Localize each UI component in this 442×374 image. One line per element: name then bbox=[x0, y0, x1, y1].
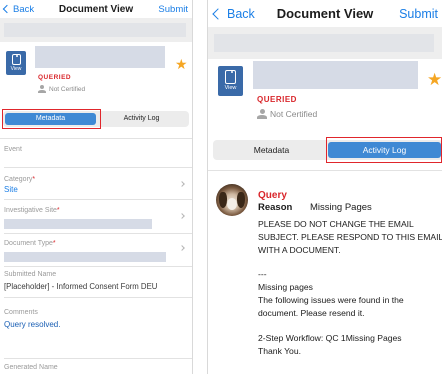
document-view-icon bbox=[225, 70, 236, 84]
event-label: Event bbox=[4, 146, 22, 153]
redacted-document-name bbox=[253, 61, 418, 89]
investigative-site-label-text: Investigative Site bbox=[4, 207, 57, 214]
divider bbox=[4, 167, 192, 168]
chevron-right-icon[interactable] bbox=[179, 181, 185, 187]
divider bbox=[4, 297, 192, 298]
back-label: Back bbox=[13, 3, 35, 15]
left-phone-screen: Back Document View Submit View ★ QUERIED… bbox=[0, 0, 193, 374]
redacted-header-text bbox=[214, 34, 434, 52]
document-type-label: Document Type* bbox=[4, 240, 56, 247]
navigation-bar: Back Document View Submit bbox=[208, 0, 442, 27]
submitted-name-value: [Placeholder] - Informed Consent Form DE… bbox=[4, 282, 158, 291]
chevron-left-icon bbox=[2, 4, 12, 14]
message-line: PLEASE DO NOT CHANGE THE EMAIL bbox=[258, 219, 414, 229]
message-line: SUBJECT. PLEASE RESPOND TO THIS EMAIL bbox=[258, 232, 442, 242]
chevron-left-icon bbox=[212, 7, 224, 20]
highlight-box bbox=[2, 109, 101, 129]
star-icon[interactable]: ★ bbox=[427, 71, 442, 88]
document-header-strip bbox=[208, 27, 442, 59]
message-line: --- bbox=[258, 269, 267, 279]
navigation-bar: Back Document View Submit bbox=[0, 0, 192, 18]
right-phone-screen: Back Document View Submit View ★ QUERIED… bbox=[207, 0, 442, 374]
status-badge: QUERIED bbox=[257, 95, 297, 104]
submit-button[interactable]: Submit bbox=[158, 4, 188, 15]
redacted-header-text bbox=[4, 23, 186, 37]
chevron-right-icon[interactable] bbox=[179, 213, 185, 219]
message-line: WITH A DOCUMENT. bbox=[258, 245, 341, 255]
required-marker: * bbox=[32, 176, 36, 183]
category-label: Category* bbox=[4, 176, 35, 183]
divider bbox=[4, 233, 192, 234]
certification-status: Not Certified bbox=[257, 109, 317, 119]
divider bbox=[4, 199, 192, 200]
category-value[interactable]: Site bbox=[4, 185, 18, 194]
reason-label: Reason bbox=[258, 202, 293, 213]
message-line: document. Please resend it. bbox=[258, 308, 365, 318]
divider bbox=[4, 266, 192, 267]
document-header-strip bbox=[0, 18, 192, 42]
document-view-button[interactable]: View bbox=[218, 66, 243, 96]
certification-label: Not Certified bbox=[270, 109, 318, 119]
document-view-button[interactable]: View bbox=[6, 51, 26, 75]
back-label: Back bbox=[227, 6, 255, 21]
category-label-text: Category bbox=[4, 176, 33, 183]
redacted-investigative-site bbox=[4, 219, 152, 229]
document-view-icon bbox=[11, 54, 21, 65]
divider bbox=[0, 138, 192, 139]
status-badge: QUERIED bbox=[38, 74, 72, 81]
comments-value: Query resolved. bbox=[4, 320, 61, 329]
message-line: Missing pages bbox=[258, 282, 313, 292]
reason-value: Missing Pages bbox=[310, 202, 372, 213]
view-label: View bbox=[224, 85, 237, 91]
message-line: The following issues were found in the bbox=[258, 295, 404, 305]
submitted-name-label: Submitted Name bbox=[4, 271, 57, 278]
generated-name-label: Generated Name bbox=[4, 364, 58, 371]
document-type-label-text: Document Type bbox=[4, 240, 53, 247]
tab-metadata[interactable]: Metadata bbox=[215, 142, 328, 158]
query-title: Query bbox=[258, 190, 287, 201]
investigative-site-label: Investigative Site* bbox=[4, 207, 60, 214]
tab-activity-log[interactable]: Activity Log bbox=[96, 113, 187, 125]
message-line: 2-Step Workflow: QC 1Missing Pages bbox=[258, 333, 402, 343]
redacted-document-name bbox=[35, 46, 165, 68]
person-icon bbox=[38, 85, 46, 93]
star-icon[interactable]: ★ bbox=[175, 57, 188, 71]
certification-label: Not Certified bbox=[49, 85, 86, 93]
back-button[interactable]: Back bbox=[2, 3, 35, 15]
back-button[interactable]: Back bbox=[212, 6, 255, 21]
redacted-document-type bbox=[4, 252, 166, 262]
submit-button[interactable]: Submit bbox=[399, 7, 438, 21]
message-line: Thank You. bbox=[258, 346, 302, 356]
required-marker: * bbox=[56, 207, 60, 214]
highlight-box bbox=[326, 137, 442, 163]
chevron-right-icon[interactable] bbox=[179, 245, 185, 251]
required-marker: * bbox=[52, 240, 56, 247]
comments-label: Comments bbox=[4, 309, 38, 316]
divider bbox=[208, 170, 442, 171]
view-label: View bbox=[10, 66, 22, 72]
person-icon bbox=[257, 109, 267, 119]
avatar bbox=[216, 184, 248, 216]
certification-status: Not Certified bbox=[38, 85, 85, 93]
divider bbox=[4, 358, 192, 359]
